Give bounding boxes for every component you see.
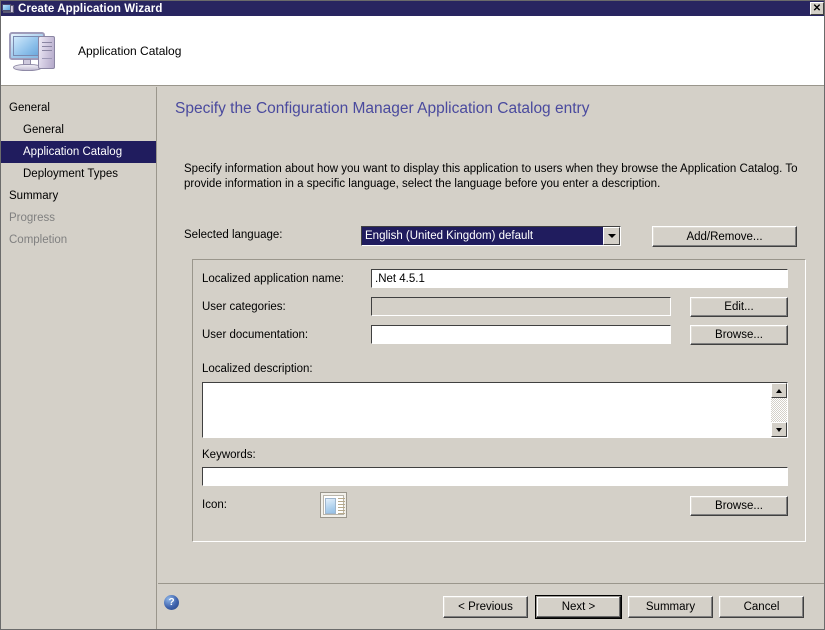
computer-icon [2,2,15,15]
user-documentation-label: User documentation: [202,329,308,341]
page-title: Specify the Configuration Manager Applic… [175,100,589,118]
user-documentation-browse-button[interactable]: Browse... [690,325,788,345]
wizard-step-navigation: General General Application Catalog Depl… [1,87,157,630]
sidebar-item-deployment-types[interactable]: Deployment Types [1,163,156,185]
keywords-input[interactable] [202,467,788,486]
selected-language-dropdown[interactable]: English (United Kingdom) default [361,226,621,246]
description-scrollbar[interactable] [771,383,787,437]
add-remove-button[interactable]: Add/Remove... [652,226,797,247]
localized-description-label: Localized description: [202,363,313,375]
sidebar-item-completion: Completion [1,229,156,251]
localized-description-container [202,382,788,438]
icon-browse-button[interactable]: Browse... [690,496,788,516]
keywords-label: Keywords: [202,449,256,461]
intro-text: Specify information about how you want t… [184,162,804,192]
localized-description-textarea[interactable] [203,383,771,437]
sidebar-item-general[interactable]: General [1,119,156,141]
sidebar-item-general-group[interactable]: General [1,97,156,119]
localized-application-name-label: Localized application name: [202,273,344,285]
scroll-down-icon[interactable] [771,422,787,437]
scroll-up-icon[interactable] [771,383,787,398]
selected-language-row: Selected language: English (United Kingd… [184,226,804,246]
window-titlebar: Create Application Wizard ✕ [1,1,825,16]
wizard-footer: ? < Previous Next > Summary Cancel [158,583,825,630]
window-title: Create Application Wizard [18,3,162,15]
user-categories-label: User categories: [202,301,286,313]
sidebar-item-progress: Progress [1,207,156,229]
previous-button[interactable]: < Previous [443,596,528,618]
application-catalog-groupbox: Localized application name: User categor… [192,259,806,542]
header-title: Application Catalog [78,44,181,58]
application-icon[interactable] [320,492,347,518]
cancel-button[interactable]: Cancel [719,596,804,618]
wizard-content-pane: Specify the Configuration Manager Applic… [158,87,825,630]
icon-label: Icon: [202,499,227,511]
selected-language-label: Selected language: [184,229,282,241]
sidebar-item-summary[interactable]: Summary [1,185,156,207]
next-button[interactable]: Next > [536,596,621,618]
user-categories-input [371,297,671,316]
computer-icon [7,26,63,76]
sidebar-item-application-catalog[interactable]: Application Catalog [1,141,156,163]
user-documentation-input[interactable] [371,325,671,344]
summary-button[interactable]: Summary [628,596,713,618]
selected-language-value: English (United Kingdom) default [362,227,603,245]
close-button[interactable]: ✕ [810,2,824,15]
localized-application-name-input[interactable] [371,269,788,288]
help-icon[interactable]: ? [164,595,179,610]
wizard-header: Application Catalog [1,16,825,86]
chevron-down-icon[interactable] [603,227,620,245]
user-categories-edit-button[interactable]: Edit... [690,297,788,317]
create-application-wizard-window: Create Application Wizard ✕ Application … [0,0,825,630]
